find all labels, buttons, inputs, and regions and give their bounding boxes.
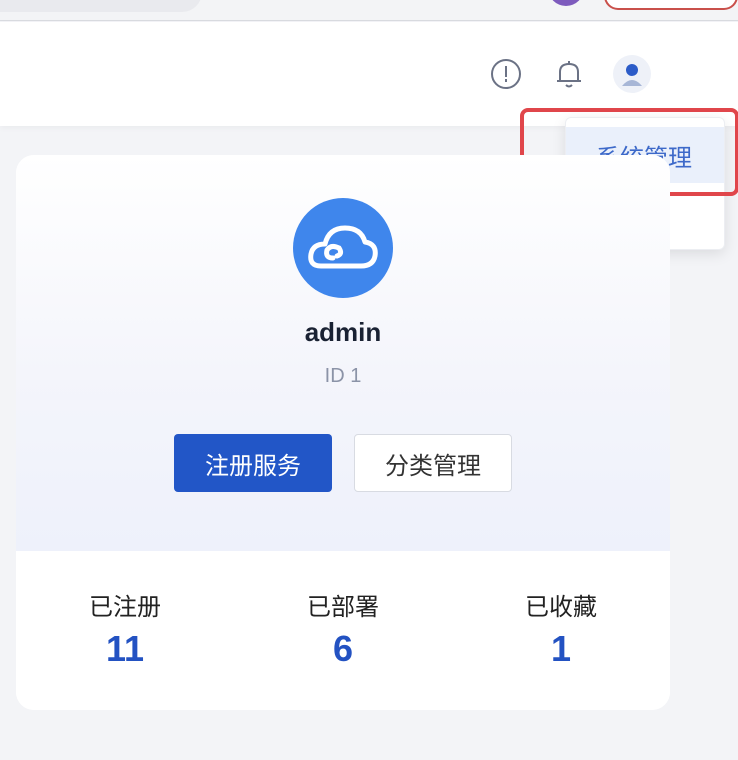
user-id: ID 1: [324, 365, 362, 387]
stat-label: 已部署: [307, 594, 379, 621]
stat-deployed[interactable]: 已部署 6: [263, 587, 423, 670]
cloud-logo-icon: [293, 198, 393, 298]
stat-registered[interactable]: 已注册 11: [45, 587, 205, 670]
stat-value: 6: [332, 628, 354, 669]
bell-icon[interactable]: [553, 58, 585, 90]
profile-card: admin ID 1 注册服务 分类管理 已注册 11 已部署 6 已收藏 1: [16, 155, 670, 710]
user-avatar-icon[interactable]: [613, 55, 651, 93]
search-bar[interactable]: [0, 0, 202, 12]
stat-value: 1: [550, 628, 572, 669]
category-management-button[interactable]: 分类管理: [354, 434, 512, 492]
top-button[interactable]: [604, 0, 738, 10]
top-avatar[interactable]: [548, 0, 584, 6]
stat-label: 已注册: [89, 594, 161, 621]
register-service-button[interactable]: 注册服务: [174, 434, 332, 492]
info-icon[interactable]: [490, 58, 522, 90]
stats-panel: 已注册 11 已部署 6 已收藏 1: [16, 551, 670, 710]
username: admin: [304, 317, 382, 347]
stat-label: 已收藏: [525, 594, 597, 621]
stat-value: 11: [105, 628, 145, 669]
profile-header: admin ID 1 注册服务 分类管理: [16, 155, 670, 551]
browser-top-strip: [0, 0, 738, 21]
stat-favorited[interactable]: 已收藏 1: [481, 587, 641, 670]
